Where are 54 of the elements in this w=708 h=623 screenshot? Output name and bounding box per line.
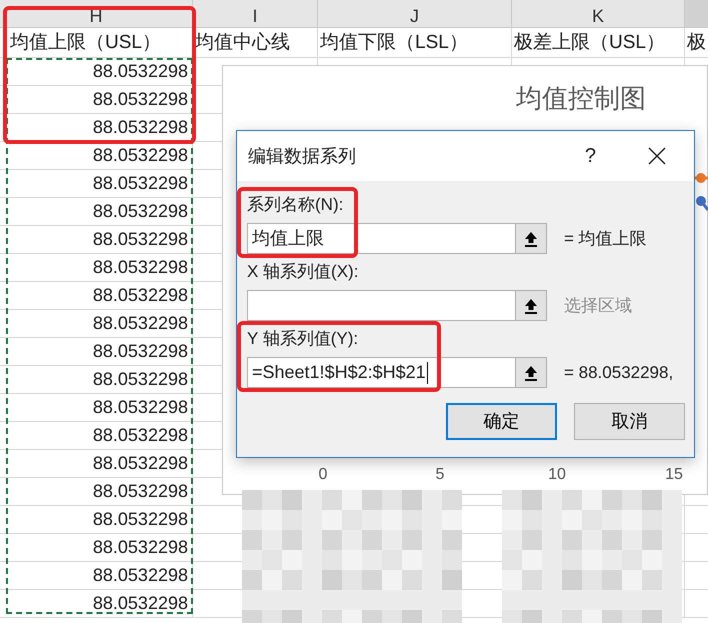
preview-text: = 均值上限 (564, 228, 647, 250)
table-cell: 88.0532298 (0, 114, 193, 142)
table-cell: 88.0532298 (0, 422, 193, 450)
table-cell: 88.0532298 (0, 58, 193, 86)
table-cell: 88.0532298 (0, 170, 193, 198)
help-button[interactable]: ? (584, 141, 596, 171)
table-cell: 88.0532298 (0, 142, 193, 170)
column-header[interactable]: K (512, 0, 685, 28)
input-field[interactable]: 均值上限 (247, 223, 547, 254)
preview-text: = 88.0532298, (564, 362, 674, 384)
axis-tick-label: 5 (436, 466, 444, 483)
column-header[interactable]: I (193, 0, 318, 28)
field-label: Y 轴系列值(Y): (247, 328, 358, 350)
dialog-button[interactable]: 取消 (574, 403, 685, 440)
column-header[interactable]: J (318, 0, 512, 28)
table-cell: 88.0532298 (0, 310, 193, 338)
axis-tick-label: 15 (665, 466, 683, 483)
table-cell: 88.0532298 (0, 254, 193, 282)
dialog-title: 编辑数据系列 (248, 144, 356, 168)
table-cell: 88.0532298 (0, 86, 193, 114)
up-arrow-icon (524, 298, 538, 314)
table-cell: 88.0532298 (0, 394, 193, 422)
axis-tick-label: 10 (548, 466, 566, 483)
table-cell: 88.0532298 (0, 478, 193, 506)
collapse-dialog-button[interactable] (515, 291, 546, 320)
collapse-dialog-button[interactable] (515, 224, 546, 253)
table-cell: 88.0532298 (0, 534, 193, 562)
input-field[interactable]: =Sheet1!$H$2:$H$21 (247, 357, 547, 388)
preview-text: 选择区域 (564, 294, 632, 317)
table-cell: 极差上限（USL） (512, 28, 685, 58)
table-cell: 88.0532298 (0, 338, 193, 366)
field-label: X 轴系列值(X): (247, 261, 358, 283)
dialog-button[interactable]: 确定 (446, 403, 557, 440)
table-cell: 均值上限（USL） (0, 28, 193, 58)
table-cell: 均值下限（LSL） (318, 28, 512, 58)
up-arrow-icon (524, 230, 538, 246)
table-cell: 88.0532298 (0, 198, 193, 226)
table-cell: 均值中心线 (193, 28, 318, 58)
table-cell: 88.0532298 (0, 506, 193, 534)
up-arrow-icon (524, 364, 538, 380)
close-icon[interactable] (648, 147, 666, 165)
table-cell: 88.0532298 (0, 562, 193, 590)
table-cell: 88.0532298 (0, 282, 193, 310)
table-cell: 88.0532298 (0, 226, 193, 254)
chart-title: 均值控制图 (516, 83, 646, 113)
table-cell: 88.0532298 (0, 366, 193, 394)
field-label: 系列名称(N): (247, 194, 344, 216)
collapse-dialog-button[interactable] (515, 358, 546, 387)
table-cell: 极 (685, 28, 708, 58)
table-cell: 88.0532298 (0, 450, 193, 478)
axis-tick-label: 0 (318, 466, 328, 483)
input-field[interactable] (247, 290, 547, 321)
table-cell: 88.0532298 (0, 590, 193, 618)
series-line (696, 196, 708, 211)
